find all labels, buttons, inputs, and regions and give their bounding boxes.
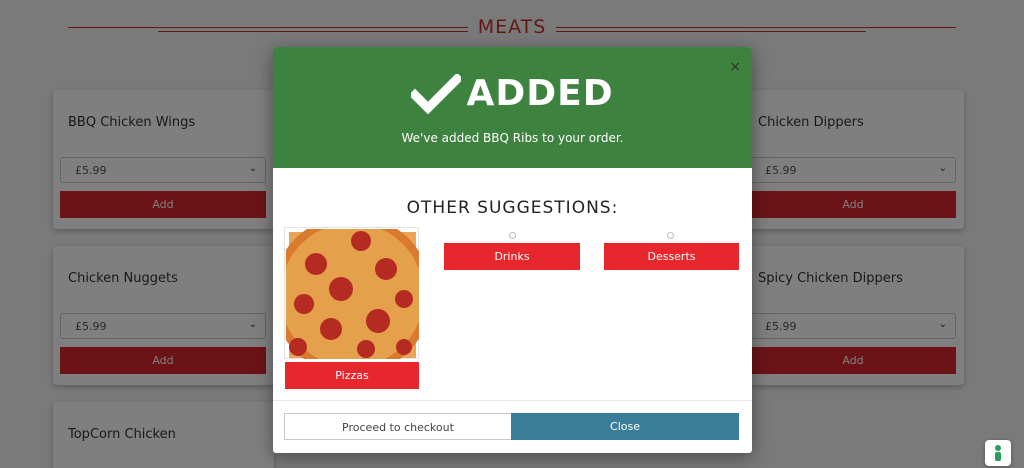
suggestion-drinks: Drinks	[444, 227, 580, 287]
suggestion-radio[interactable]	[509, 232, 516, 239]
suggestion-pizzas: Pizzas	[284, 227, 420, 390]
suggestion-button-pizzas[interactable]: Pizzas	[285, 362, 419, 389]
pizza-image	[284, 227, 419, 359]
modal-title: ADDED	[466, 73, 614, 114]
close-button[interactable]: Close	[511, 413, 739, 440]
suggestion-desserts: Desserts	[603, 227, 739, 287]
suggestion-button-drinks[interactable]: Drinks	[444, 243, 580, 270]
proceed-to-checkout-button[interactable]: Proceed to checkout	[284, 413, 512, 440]
suggestions-title: OTHER SUGGESTIONS:	[406, 198, 619, 218]
modal-header: × ADDED We've added BBQ Ribs to your ord…	[273, 47, 752, 168]
footer-divider	[273, 400, 752, 401]
added-to-order-modal: × ADDED We've added BBQ Ribs to your ord…	[273, 47, 752, 453]
suggestion-button-desserts[interactable]: Desserts	[604, 243, 739, 270]
suggestion-radio[interactable]	[667, 232, 674, 239]
person-icon	[995, 445, 1001, 461]
added-message: We've added BBQ Ribs to your order.	[401, 131, 624, 145]
help-widget-button[interactable]	[985, 440, 1011, 466]
checkmark-icon	[411, 73, 462, 114]
